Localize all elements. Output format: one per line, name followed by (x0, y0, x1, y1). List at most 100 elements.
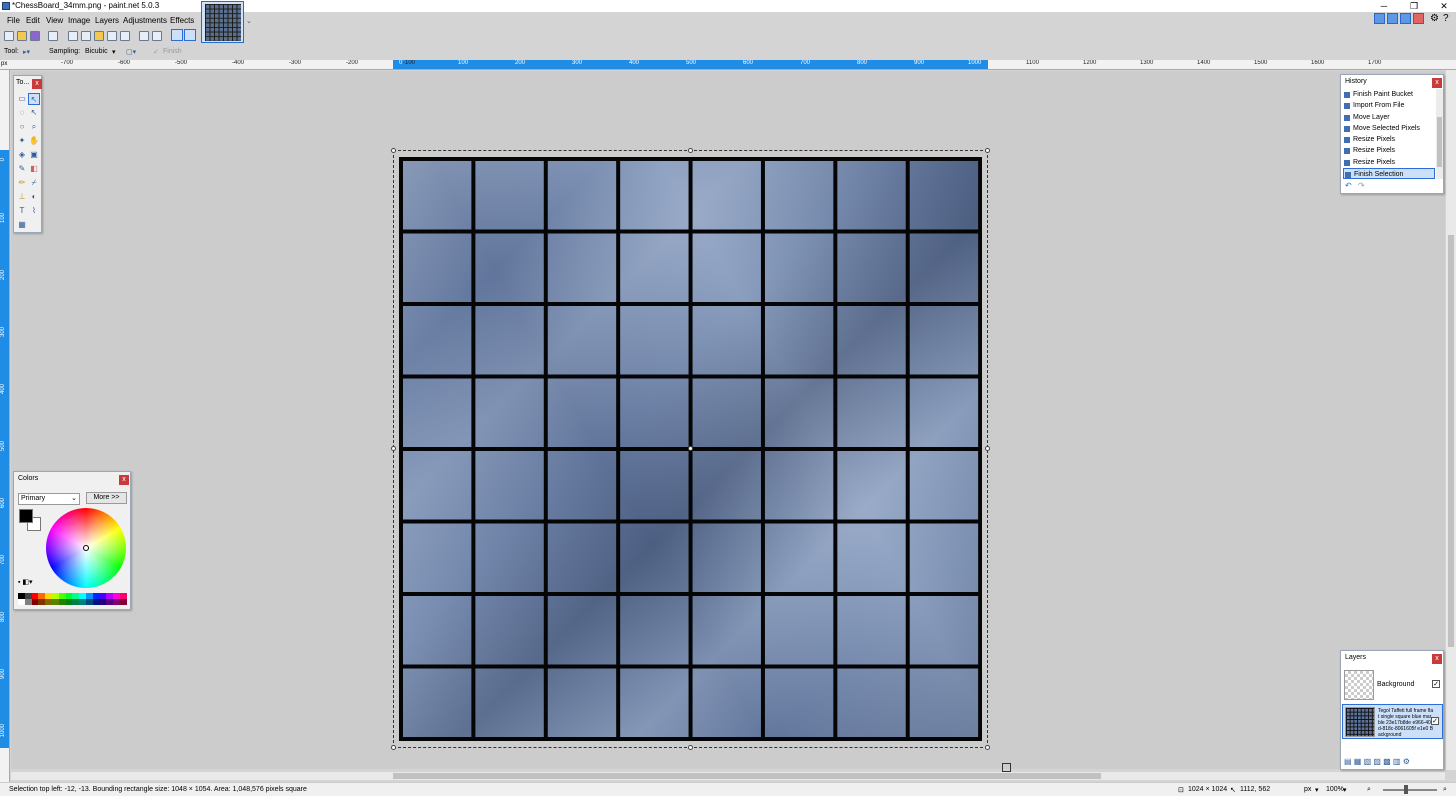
ellipse-select-icon[interactable]: ○ (16, 121, 28, 133)
menu-layers[interactable]: Layers (95, 14, 119, 28)
lasso-select-icon[interactable]: ◌ (16, 107, 28, 119)
selection-handle-left[interactable] (391, 446, 396, 451)
palette-swatch[interactable] (51, 599, 59, 605)
palette-swatch[interactable] (58, 599, 66, 605)
sampling-dropdown[interactable]: Bicubic (85, 48, 108, 55)
color-mode-dropdown[interactable]: Primary ⌄ (18, 493, 80, 505)
paint-bucket-icon[interactable]: ◈ (16, 149, 28, 161)
line-curve-icon[interactable]: ⌇ (28, 205, 40, 217)
horizontal-scrollbar[interactable] (11, 772, 1445, 780)
eraser-icon[interactable]: ◧ (28, 163, 40, 175)
color-wheel-cursor[interactable] (83, 545, 89, 551)
minimize-button[interactable]: ─ (1374, 0, 1394, 12)
more-colors-button[interactable]: More >> (86, 492, 127, 504)
selection-handle-top[interactable] (688, 148, 693, 153)
restore-button[interactable]: ❐ (1404, 0, 1424, 12)
menu-image[interactable]: Image (68, 14, 90, 28)
history-item[interactable]: Move Layer (1343, 112, 1435, 123)
menu-effects[interactable]: Effects (170, 14, 194, 28)
palette-swatch[interactable] (119, 599, 127, 605)
primary-color-swatch[interactable] (19, 509, 33, 523)
selection-mode-dropdown[interactable]: ▢▾ (126, 48, 136, 56)
finish-check-icon[interactable]: ✓ (153, 48, 159, 56)
crop-to-selection-icon[interactable] (107, 31, 117, 41)
palette-swatch[interactable] (99, 599, 107, 605)
selection-handle-bottom[interactable] (688, 745, 693, 750)
vertical-scrollbar[interactable] (1446, 70, 1456, 770)
palette-swatch[interactable] (72, 599, 80, 605)
history-close-icon[interactable]: x (1432, 78, 1442, 88)
zoom-value[interactable]: 100% (1326, 786, 1344, 793)
menu-file[interactable]: File (7, 14, 20, 28)
zoom-out-icon[interactable]: ⌕ (1367, 786, 1371, 794)
selection-handle-top-left[interactable] (391, 148, 396, 153)
colors-window-toggle-icon[interactable] (1413, 13, 1424, 24)
deselect-icon[interactable] (120, 31, 130, 41)
save-icon[interactable] (30, 31, 40, 41)
history-redo-icon[interactable]: ↷ (1358, 181, 1365, 190)
magic-wand-icon[interactable]: ✦ (16, 135, 28, 147)
history-item[interactable]: Move Selected Pixels (1343, 123, 1435, 134)
zoom-to-window-icon[interactable] (1002, 763, 1011, 772)
colors-close-icon[interactable]: x (119, 475, 129, 485)
document-tab-thumbnail[interactable] (201, 1, 244, 43)
rectangle-select-icon[interactable]: ▭ (16, 93, 28, 105)
unit-selector[interactable]: px (1304, 786, 1311, 793)
paste-icon[interactable] (94, 31, 104, 41)
settings-gear-icon[interactable]: ⚙ (1430, 13, 1439, 24)
rulers-toggle-icon[interactable] (184, 29, 196, 41)
selection-handle-bottom-right[interactable] (985, 745, 990, 750)
redo-icon[interactable] (152, 31, 162, 41)
palette-menu-icon[interactable]: ▪ ◧▾ (18, 578, 33, 586)
history-undo-icon[interactable]: ↶ (1345, 181, 1352, 190)
help-icon[interactable]: ? (1443, 13, 1449, 24)
history-item[interactable]: Finish Selection (1343, 168, 1435, 180)
selection-handle-right[interactable] (985, 446, 990, 451)
pan-icon[interactable]: ✋ (28, 135, 40, 147)
palette-swatch[interactable] (113, 599, 120, 605)
cut-icon[interactable] (68, 31, 78, 41)
menu-view[interactable]: View (46, 14, 63, 28)
layer-visibility-checkbox[interactable]: ✓ (1431, 717, 1439, 725)
zoom-in-icon[interactable]: ⌕ (1443, 786, 1447, 794)
layers-window-toggle-icon[interactable] (1400, 13, 1411, 24)
tools-close-icon[interactable]: x (32, 79, 42, 89)
selection-handle-bottom-left[interactable] (391, 745, 396, 750)
layer-row-background[interactable]: Background ✓ (1342, 668, 1443, 703)
menu-edit[interactable]: Edit (26, 14, 40, 28)
undo-icon[interactable] (139, 31, 149, 41)
color-palette[interactable] (18, 593, 127, 605)
history-item[interactable]: Import From File (1343, 100, 1435, 111)
palette-swatch[interactable] (24, 599, 32, 605)
zoom-icon[interactable]: ⌕ (28, 121, 40, 133)
new-file-icon[interactable] (4, 31, 14, 41)
palette-swatch[interactable] (106, 599, 114, 605)
open-file-icon[interactable] (17, 31, 27, 41)
tab-list-chevron-icon[interactable]: ⌄ (246, 17, 252, 25)
selection-handle-top-right[interactable] (985, 148, 990, 153)
layer-actions-toolbar[interactable]: ▤ ▦ ▧ ▨ ▩ ▥ ⚙ (1344, 757, 1410, 766)
horizontal-scroll-thumb[interactable] (393, 773, 1101, 779)
palette-swatch[interactable] (18, 599, 25, 605)
pencil-icon[interactable]: ✏ (16, 177, 28, 189)
sampling-chevron-icon[interactable]: ▾ (112, 48, 116, 56)
layer-visibility-checkbox[interactable]: ✓ (1432, 680, 1440, 688)
text-icon[interactable]: T (16, 205, 28, 217)
palette-swatch[interactable] (45, 599, 52, 605)
shapes-icon[interactable]: ▦ (16, 219, 28, 231)
finish-button[interactable]: Finish (163, 48, 182, 55)
pixel-grid-toggle-icon[interactable] (171, 29, 183, 41)
tools-window-toggle-icon[interactable] (1374, 13, 1385, 24)
move-selection-icon[interactable]: ↖ (28, 107, 40, 119)
history-item[interactable]: Resize Pixels (1343, 145, 1435, 156)
history-scrollbar[interactable] (1436, 89, 1443, 179)
zoom-chevron-icon[interactable]: ▾ (1343, 786, 1347, 794)
copy-icon[interactable] (81, 31, 91, 41)
paintbrush-icon[interactable]: ✎ (16, 163, 28, 175)
menu-adjustments[interactable]: Adjustments (123, 14, 167, 28)
tool-dropdown[interactable]: ▸▾ (23, 48, 30, 56)
history-scroll-thumb[interactable] (1437, 117, 1442, 167)
history-window-toggle-icon[interactable] (1387, 13, 1398, 24)
layers-close-icon[interactable]: x (1432, 654, 1442, 664)
move-selected-pixels-icon[interactable]: ↖ (28, 93, 40, 105)
